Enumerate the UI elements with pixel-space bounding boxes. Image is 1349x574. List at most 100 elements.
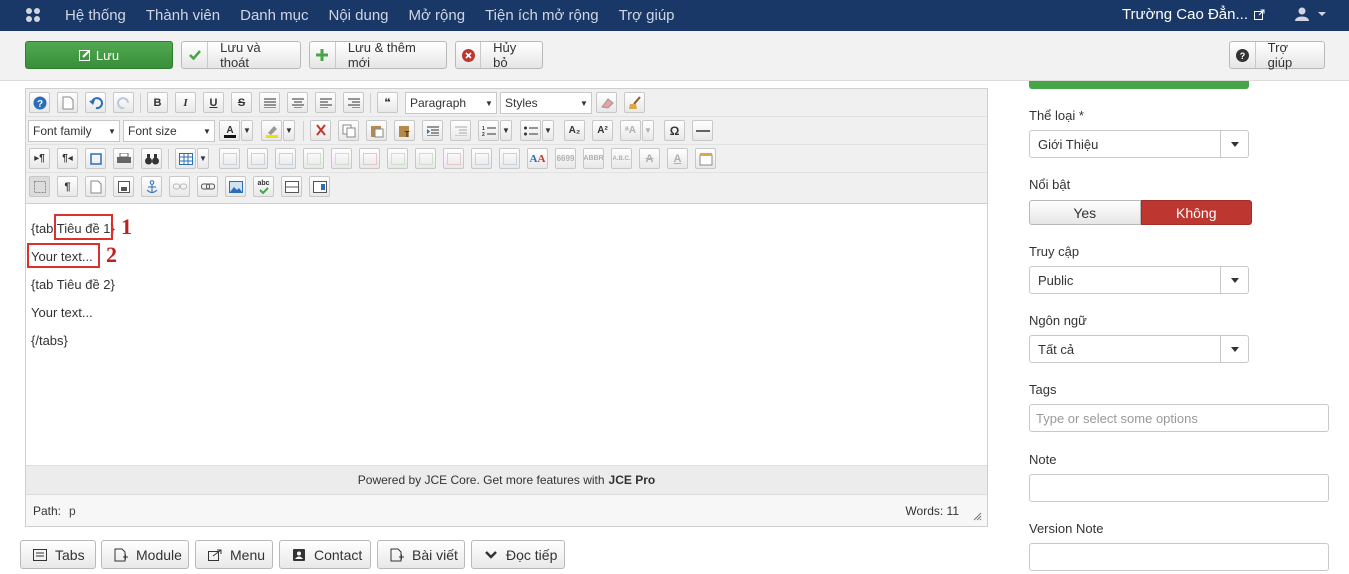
bold-icon[interactable]: B [147,92,168,113]
bullet-list-dropdown-icon[interactable]: ▼ [542,120,554,141]
article-button[interactable]: Bài viết [377,540,465,569]
horizontal-rule-icon[interactable] [692,120,713,141]
font-family-select[interactable]: Font family ▼ [28,120,120,142]
text-color-icon[interactable]: A [219,120,240,141]
copy-icon[interactable] [338,120,359,141]
highlight-dropdown-icon[interactable]: ▼ [283,120,295,141]
numbered-list-dropdown-icon[interactable]: ▼ [500,120,512,141]
source-code-icon[interactable] [85,176,106,197]
menu-button[interactable]: Menu [195,540,273,569]
menu-components[interactable]: Tiện ích mở rộng [485,7,599,24]
print-icon[interactable] [113,148,134,169]
align-center-icon[interactable] [287,92,308,113]
site-link[interactable]: Trường Cao Đẳn... [1122,6,1265,23]
featured-no-button[interactable]: Không [1140,200,1252,225]
row-props-icon[interactable] [247,148,268,169]
tags-input[interactable]: Type or select some options [1029,404,1329,432]
joomla-logo-icon[interactable] [24,6,42,24]
highlight-color-icon[interactable] [261,120,282,141]
article-break-icon[interactable] [281,176,302,197]
template-icon[interactable] [113,176,134,197]
acronym-icon[interactable]: A.B.C. [611,148,632,169]
underline-icon[interactable]: U [203,92,224,113]
rtl-icon[interactable]: ¶◂ [57,148,78,169]
link-icon[interactable] [197,176,218,197]
format-select[interactable]: Paragraph ▼ [405,92,497,114]
table-dropdown-icon[interactable]: ▼ [197,148,209,169]
resize-grip-icon[interactable] [972,511,982,521]
text-color-dropdown-icon[interactable]: ▼ [241,120,253,141]
new-document-icon[interactable] [57,92,78,113]
cut-icon[interactable] [310,120,331,141]
featured-yes-button[interactable]: Yes [1029,200,1141,225]
menu-content[interactable]: Nội dung [328,7,388,24]
eraser-icon[interactable] [596,92,617,113]
delete-col-icon[interactable] [443,148,464,169]
read-more-button[interactable]: Đọc tiếp [471,540,565,569]
show-blocks-icon[interactable]: ¶ [57,176,78,197]
charmap-variant-icon[interactable]: ᵃA [620,120,641,141]
redo-icon[interactable] [113,92,134,113]
undo-icon[interactable] [85,92,106,113]
user-menu[interactable] [1295,7,1329,21]
tabs-button[interactable]: Tabs [20,540,96,569]
spellcheck-icon[interactable]: abc [253,176,274,197]
paste-icon[interactable] [366,120,387,141]
fullscreen-icon[interactable] [85,148,106,169]
path-value[interactable]: p [69,504,76,518]
abbreviation-icon[interactable]: ABBR [583,148,604,169]
help-icon[interactable]: ? [29,92,50,113]
merge-cells-icon[interactable] [499,148,520,169]
styles-select[interactable]: Styles ▼ [500,92,592,114]
visual-aid-icon[interactable] [29,176,50,197]
row-before-icon[interactable] [303,148,324,169]
delete-row-icon[interactable] [359,148,380,169]
language-select[interactable]: Tất cả [1029,335,1249,363]
italic-icon[interactable]: I [175,92,196,113]
outdent-icon[interactable] [450,120,471,141]
charmap-variant-dropdown-icon[interactable]: ▼ [642,120,654,141]
menu-system[interactable]: Hệ thống [65,7,126,24]
strikethrough-icon[interactable]: S [231,92,252,113]
table-delete-icon[interactable] [219,148,240,169]
col-before-icon[interactable] [387,148,408,169]
anchor-icon[interactable] [141,176,162,197]
superscript-icon[interactable]: A² [592,120,613,141]
attributes-icon[interactable] [695,148,716,169]
font-size-select[interactable]: Font size ▼ [123,120,215,142]
cancel-button[interactable]: Hủy bỏ [455,40,543,70]
menu-users[interactable]: Thành viên [146,7,220,24]
align-justify-icon[interactable] [259,92,280,113]
help-button[interactable]: ? Trợ giúp [1229,40,1325,70]
unlink-icon[interactable] [169,176,190,197]
access-select[interactable]: Public [1029,266,1249,294]
cell-props-icon[interactable] [275,148,296,169]
special-character-icon[interactable]: Ω [664,120,685,141]
citation-icon[interactable]: 6699 [555,148,576,169]
paste-text-icon[interactable]: T [394,120,415,141]
menu-help[interactable]: Trợ giúp [619,7,675,24]
indent-icon[interactable] [422,120,443,141]
insert-text-icon[interactable]: A [667,148,688,169]
subscript-icon[interactable]: A₂ [564,120,585,141]
align-left-icon[interactable] [315,92,336,113]
col-after-icon[interactable] [415,148,436,169]
ltr-icon[interactable]: ▸¶ [29,148,50,169]
jce-pro-link[interactable]: JCE Pro [609,473,656,487]
row-after-icon[interactable] [331,148,352,169]
image-icon[interactable] [225,176,246,197]
numbered-list-icon[interactable]: 12 [478,120,499,141]
module-button[interactable]: Module [101,540,189,569]
menu-categories[interactable]: Danh mục [240,7,308,24]
split-cells-icon[interactable] [471,148,492,169]
blockquote-icon[interactable]: ❝ [377,92,398,113]
editor-content-area[interactable]: {tab Tiêu đề 1} Your text... {tab Tiêu đ… [26,204,987,465]
version-note-input[interactable] [1029,543,1329,571]
category-select[interactable]: Giới Thiệu [1029,130,1249,158]
table-icon[interactable] [175,148,196,169]
search-binoculars-icon[interactable] [141,148,162,169]
style-props-icon[interactable]: AA [527,148,548,169]
save-new-button[interactable]: Lưu & thêm mới [309,40,447,70]
save-close-button[interactable]: Lưu và thoát [181,40,301,70]
align-right-icon[interactable] [343,92,364,113]
